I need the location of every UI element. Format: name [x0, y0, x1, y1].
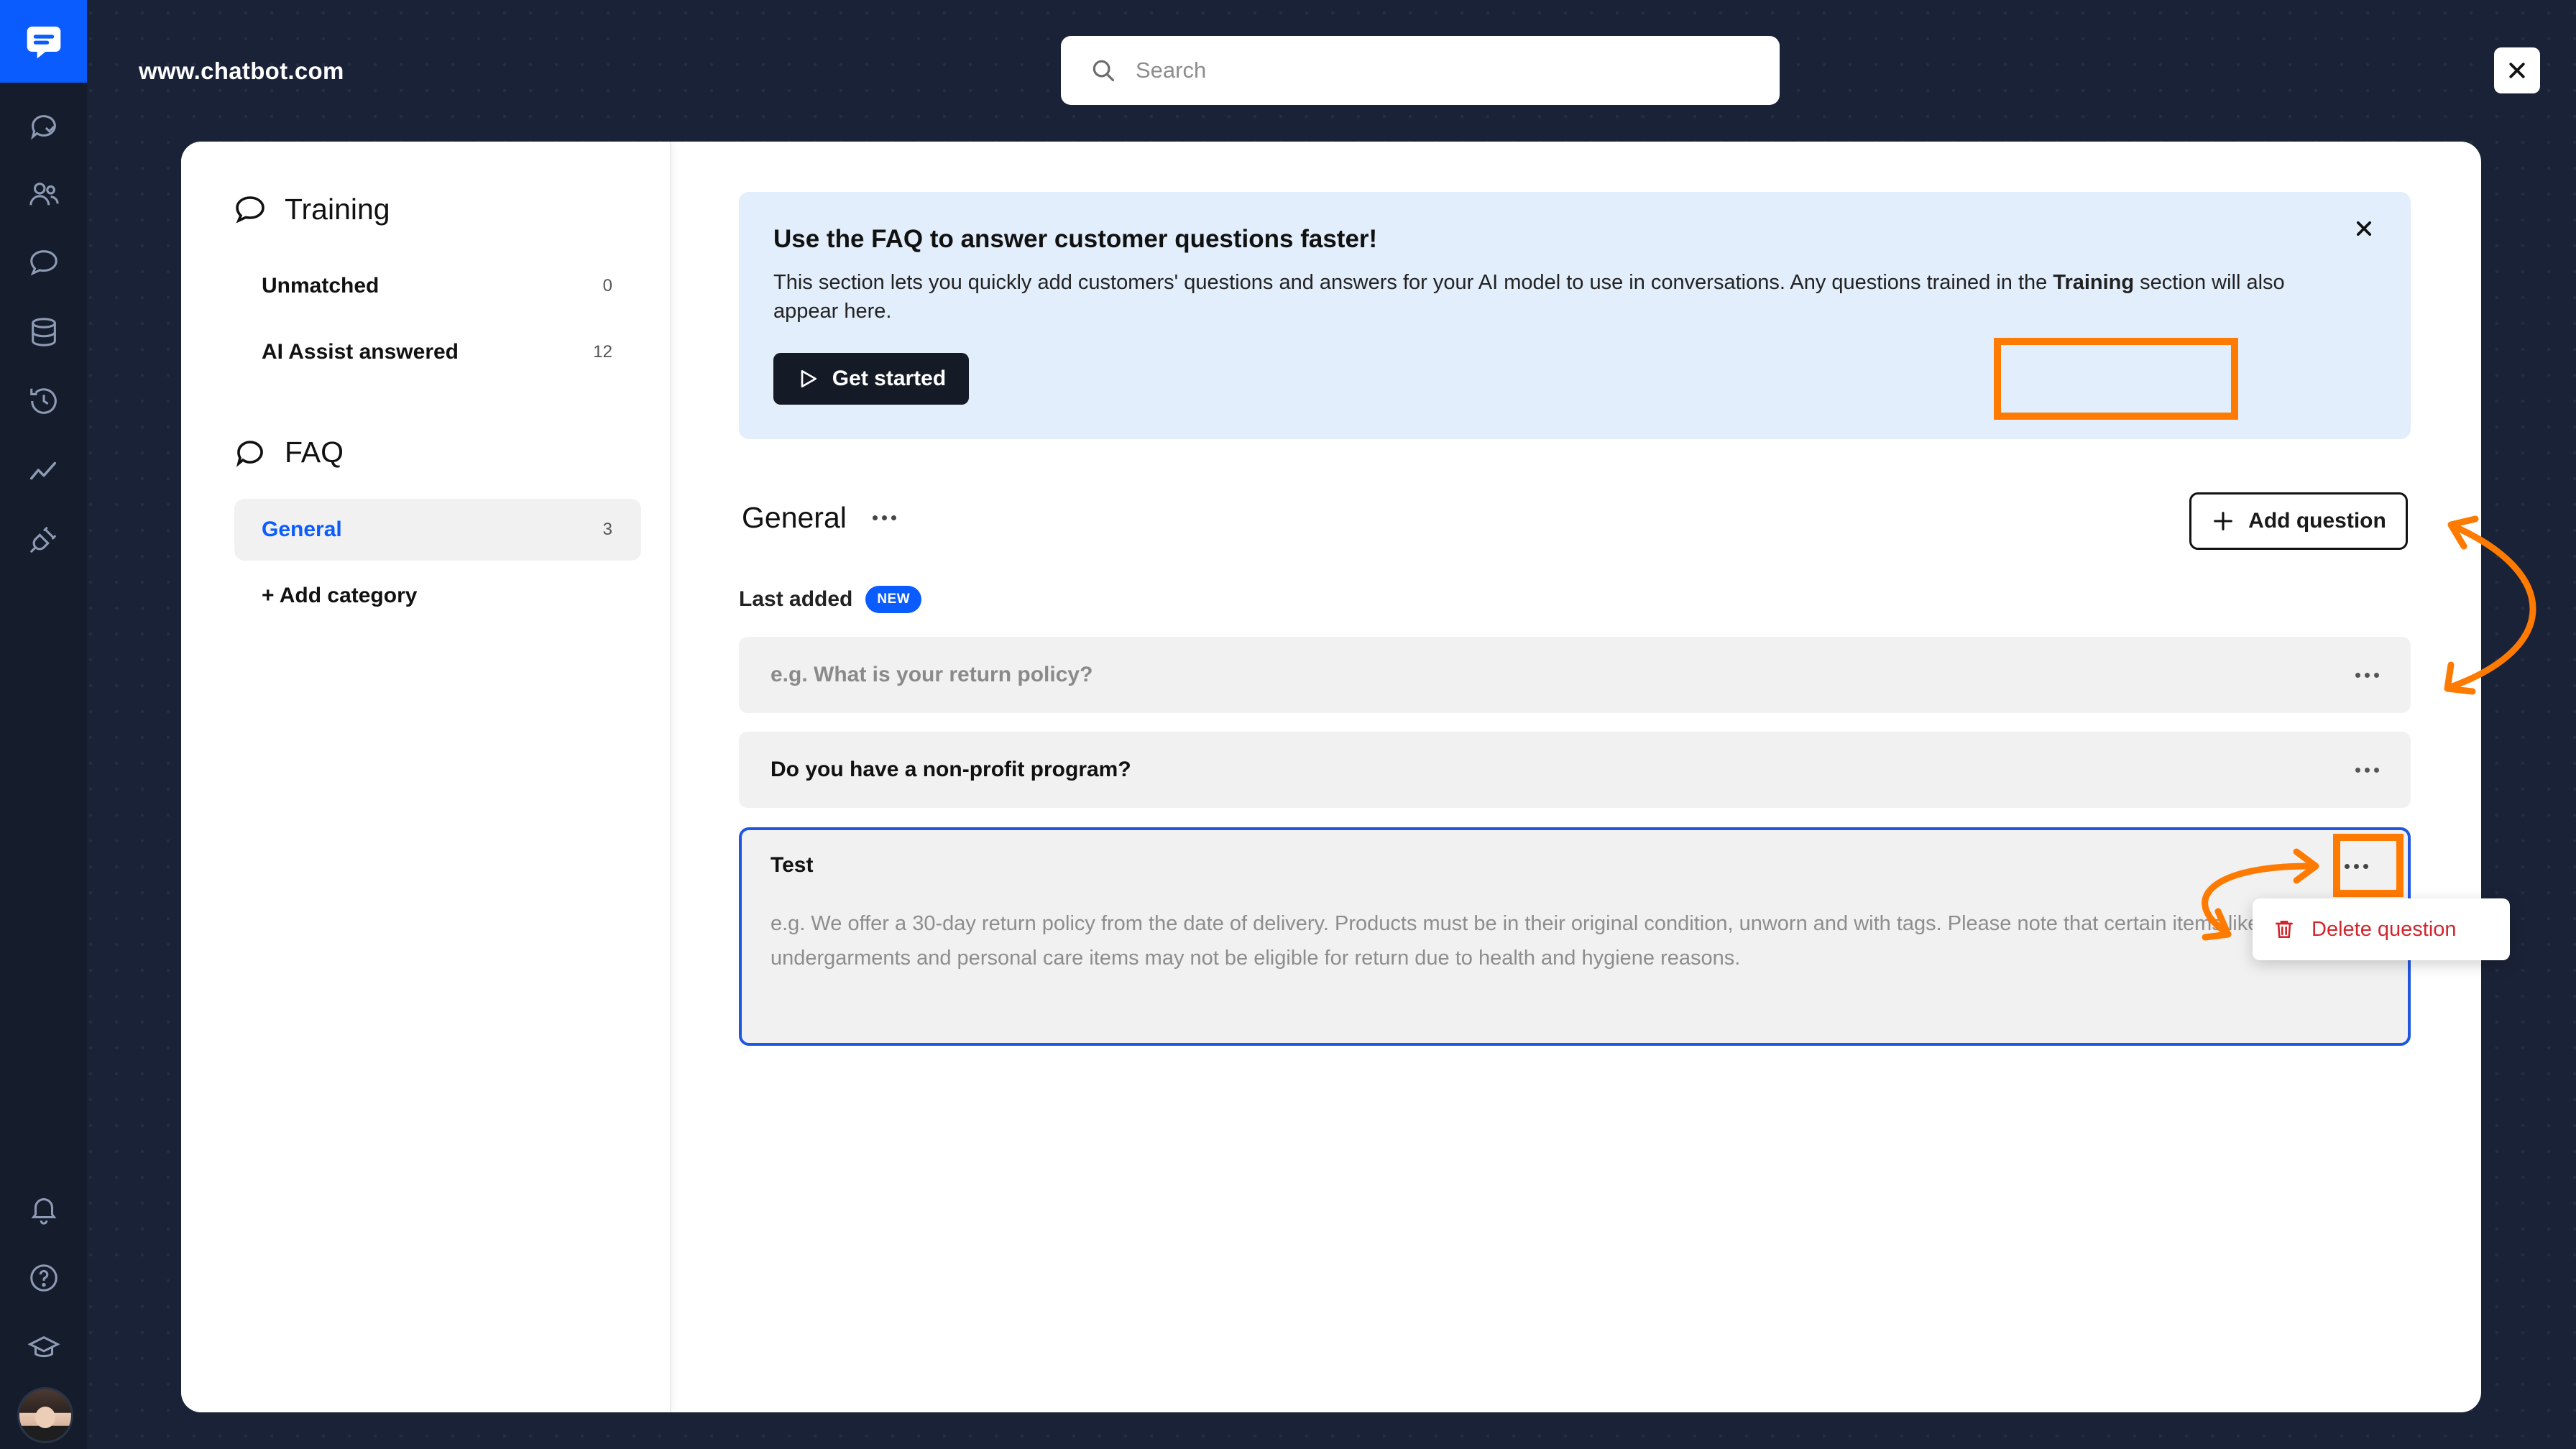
- history-icon: [29, 388, 57, 414]
- knowledge-panel: Training Unmatched 0 AI Assist answered …: [181, 142, 2481, 1412]
- reports-icon: [29, 461, 56, 480]
- question-editor[interactable]: Test e.g. We offer a 30-day return polic…: [739, 827, 2411, 1046]
- new-badge: NEW: [865, 586, 922, 613]
- nav-integrations[interactable]: [0, 510, 87, 568]
- question-context-menu: Delete question: [2253, 898, 2510, 960]
- academy-icon: [27, 1335, 60, 1358]
- question-row[interactable]: e.g. What is your return policy?: [739, 637, 2411, 713]
- training-heading: Training: [285, 192, 390, 226]
- nav-reports[interactable]: [0, 441, 87, 499]
- sidebar-item-general[interactable]: General 3: [234, 499, 641, 561]
- question-text[interactable]: Test: [770, 853, 813, 878]
- question-more-icon[interactable]: [2355, 672, 2379, 678]
- knowledge-sidebar: Training Unmatched 0 AI Assist answered …: [181, 142, 671, 1412]
- add-category-label: + Add category: [262, 584, 418, 607]
- nav-notifications[interactable]: [0, 1180, 87, 1238]
- nav-training[interactable]: [0, 234, 87, 291]
- nav-history[interactable]: [0, 372, 87, 430]
- question-row[interactable]: Do you have a non-profit program?: [739, 732, 2411, 808]
- search-bar[interactable]: [1061, 36, 1780, 105]
- add-question-button[interactable]: Add question: [2189, 492, 2408, 550]
- add-question-label: Add question: [2248, 509, 2386, 533]
- help-icon: [29, 1264, 58, 1292]
- nav-academy[interactable]: [0, 1320, 87, 1377]
- add-category-link[interactable]: + Add category: [234, 565, 641, 627]
- sidebar-item-count: 3: [602, 520, 612, 539]
- nav-chats[interactable]: [0, 97, 87, 155]
- bell-icon: [31, 1198, 56, 1225]
- banner-body: This section lets you quickly add custom…: [773, 268, 2355, 326]
- sidebar-item-ai-assist-answered[interactable]: AI Assist answered 12: [234, 321, 641, 383]
- database-icon: [31, 318, 56, 346]
- banner-close-button[interactable]: [2346, 211, 2382, 247]
- trash-icon: [2276, 921, 2293, 938]
- sidebar-item-count: 0: [602, 276, 612, 295]
- category-more-icon[interactable]: [872, 515, 896, 520]
- banner-body-text: This section lets you quickly add custom…: [773, 271, 2053, 294]
- sidebar-item-count: 12: [593, 342, 612, 362]
- close-button[interactable]: [2494, 47, 2540, 93]
- training-icon: [29, 250, 58, 276]
- chat-logo-icon: [27, 26, 60, 58]
- search-icon: [1092, 60, 1115, 82]
- answer-input[interactable]: e.g. We offer a 30-day return policy fro…: [770, 906, 2294, 975]
- last-added-label: Last added NEW: [739, 586, 922, 613]
- plus-icon: [2214, 512, 2233, 530]
- nav-data[interactable]: [0, 303, 87, 361]
- app-rail: [0, 0, 87, 1449]
- search-input[interactable]: [1134, 57, 1712, 84]
- nav-customers[interactable]: [0, 165, 87, 223]
- close-icon: [2509, 63, 2525, 78]
- training-icon: [236, 196, 264, 224]
- chats-icon: [30, 115, 56, 140]
- customers-icon: [29, 183, 59, 206]
- add-question-highlight: [1994, 338, 2238, 420]
- sidebar-item-label: Unmatched: [262, 274, 380, 298]
- last-added-text: Last added: [739, 587, 853, 611]
- sidebar-item-label: AI Assist answered: [262, 340, 459, 364]
- delete-question-item[interactable]: Delete question: [2312, 918, 2457, 942]
- banner-body-bold: Training: [2053, 271, 2135, 294]
- faq-section-header: FAQ: [233, 435, 344, 469]
- chatbot-logo[interactable]: [0, 0, 87, 83]
- category-title: General: [742, 501, 896, 535]
- faq-icon: [236, 441, 263, 467]
- sidebar-item-label: General: [262, 518, 342, 541]
- play-icon: [801, 370, 816, 387]
- question-placeholder: e.g. What is your return policy?: [770, 663, 1093, 686]
- faq-heading: FAQ: [285, 435, 344, 469]
- banner-title: Use the FAQ to answer customer questions…: [773, 225, 1378, 253]
- integrations-icon: [29, 527, 56, 553]
- avatar[interactable]: [17, 1387, 73, 1443]
- nav-help[interactable]: [0, 1249, 87, 1307]
- category-title-text: General: [742, 501, 847, 534]
- site-title: www.chatbot.com: [139, 58, 344, 84]
- close-icon: [2356, 221, 2372, 236]
- sidebar-item-unmatched[interactable]: Unmatched 0: [234, 255, 641, 317]
- get-started-label: Get started: [832, 367, 947, 390]
- question-text: Do you have a non-profit program?: [770, 758, 1131, 781]
- question-more-icon[interactable]: [2355, 767, 2379, 773]
- more-button-highlight: [2333, 834, 2404, 897]
- training-section-header: Training: [233, 192, 390, 226]
- get-started-button[interactable]: Get started: [773, 353, 969, 405]
